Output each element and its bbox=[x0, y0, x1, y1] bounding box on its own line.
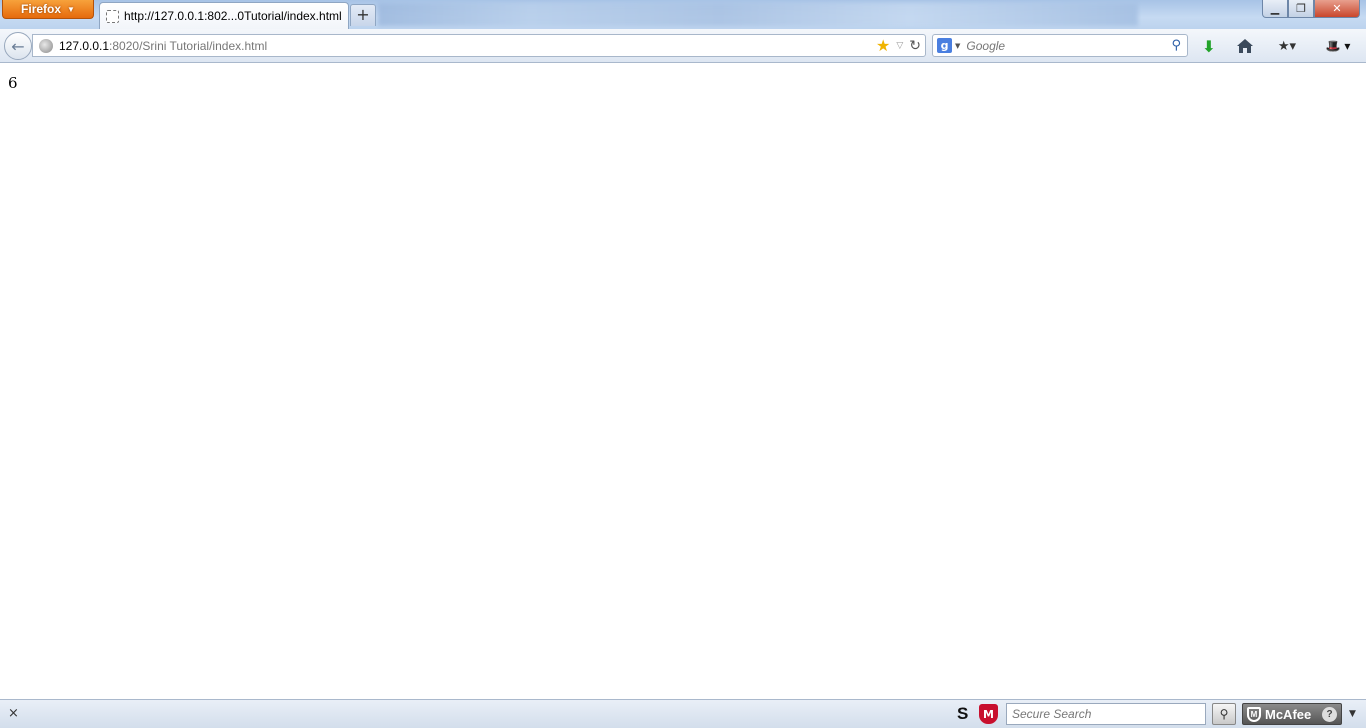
addon-bar: × S M Secure Search ⚲ M McAfee ? ▼ bbox=[0, 699, 1366, 728]
globe-icon[interactable] bbox=[39, 38, 53, 53]
chevron-down-icon[interactable]: ▼ bbox=[1349, 709, 1356, 719]
url-path: :8020/Srini Tutorial/index.html bbox=[109, 38, 268, 53]
address-bar[interactable]: 127.0.0.1 :8020/Srini Tutorial/index.htm… bbox=[32, 34, 926, 57]
back-arrow-icon: ← bbox=[11, 36, 25, 56]
home-icon[interactable] bbox=[1236, 37, 1254, 55]
window-controls: ▁ ❐ ✕ bbox=[1262, 0, 1360, 18]
title-bar: Firefox ▼ http://127.0.0.1:802...0Tutori… bbox=[0, 0, 1366, 29]
s-addon-icon[interactable]: S bbox=[957, 704, 968, 724]
firefox-menu-label: Firefox bbox=[21, 2, 62, 16]
google-engine-icon[interactable]: g bbox=[937, 38, 952, 53]
download-icon[interactable]: ⬇ bbox=[1200, 37, 1218, 56]
navigation-toolbar: ← 127.0.0.1 :8020/Srini Tutorial/index.h… bbox=[0, 29, 1366, 63]
tab-active[interactable]: http://127.0.0.1:802...0Tutorial/index.h… bbox=[99, 2, 349, 29]
search-bar[interactable]: g ▼ Google ⚲ bbox=[932, 34, 1188, 57]
mcafee-shield-icon[interactable]: M bbox=[979, 704, 998, 724]
close-window-button[interactable]: ✕ bbox=[1314, 0, 1360, 18]
url-host: 127.0.0.1 bbox=[59, 38, 110, 53]
hat-icon[interactable]: 🎩 ▾ bbox=[1318, 37, 1358, 55]
page-content: 6 bbox=[0, 64, 1366, 699]
bookmark-star-icon[interactable]: ★ bbox=[876, 37, 890, 54]
chevron-down-icon: ▼ bbox=[67, 4, 75, 14]
secure-search-input[interactable]: Secure Search bbox=[1006, 703, 1206, 725]
mcafee-label: McAfee bbox=[1265, 706, 1312, 722]
bookmarks-menu-icon[interactable]: ★▾ bbox=[1272, 37, 1302, 55]
tab-title: http://127.0.0.1:802...0Tutorial/index.h… bbox=[124, 9, 342, 23]
background-tabs-blurred[interactable] bbox=[378, 3, 1138, 26]
firefox-menu-button[interactable]: Firefox ▼ bbox=[2, 0, 94, 19]
address-bar-icons: ★ ▽ ↻ bbox=[876, 37, 921, 54]
search-input[interactable]: Google bbox=[966, 39, 1005, 53]
help-icon[interactable]: ? bbox=[1322, 706, 1337, 722]
close-addon-bar-icon[interactable]: × bbox=[8, 706, 19, 721]
back-button[interactable]: ← bbox=[4, 32, 32, 60]
reload-icon[interactable]: ↻ bbox=[909, 38, 921, 54]
search-icon[interactable]: ⚲ bbox=[1171, 38, 1181, 53]
maximize-button[interactable]: ❐ bbox=[1288, 0, 1314, 18]
new-tab-button[interactable]: + bbox=[350, 4, 376, 26]
engine-chevron-down-icon[interactable]: ▼ bbox=[955, 42, 960, 50]
page-favicon-icon bbox=[106, 9, 119, 23]
mcafee-logo-icon: M bbox=[1247, 706, 1261, 722]
page-output-text: 6 bbox=[8, 74, 18, 92]
minimize-button[interactable]: ▁ bbox=[1262, 0, 1288, 18]
mcafee-button[interactable]: M McAfee ? bbox=[1242, 703, 1342, 725]
history-dropdown-icon[interactable]: ▽ bbox=[896, 41, 903, 51]
secure-search-button[interactable]: ⚲ bbox=[1212, 703, 1236, 725]
